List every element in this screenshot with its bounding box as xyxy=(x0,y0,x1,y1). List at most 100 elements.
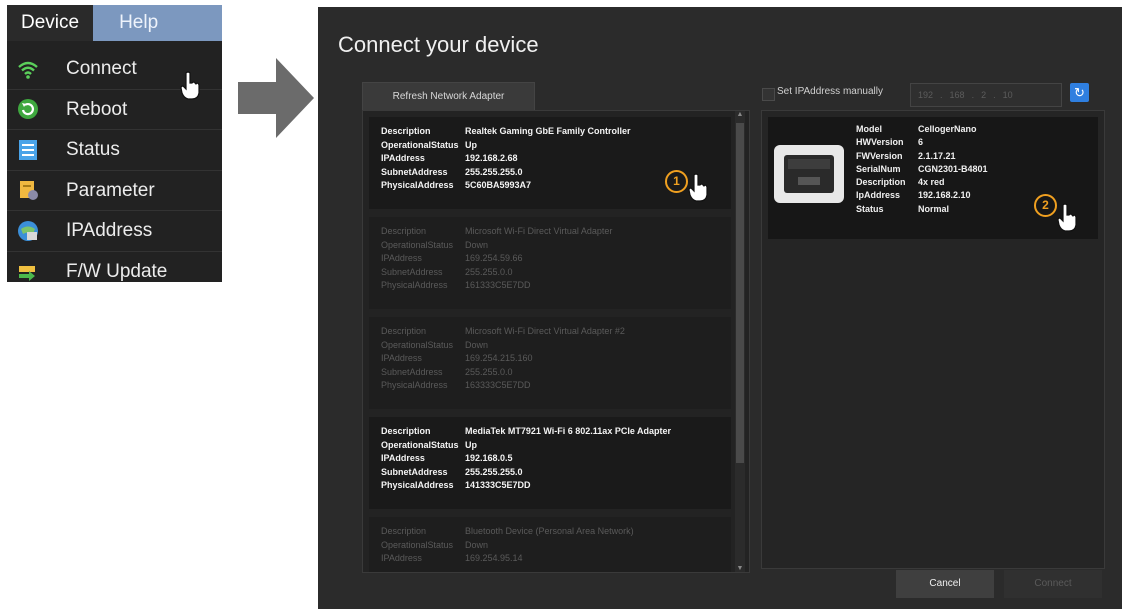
adapter-field-value: Microsoft Wi-Fi Direct Virtual Adapter xyxy=(465,226,613,236)
hand-cursor-icon xyxy=(179,71,201,101)
step-marker-2: 2 xyxy=(1034,194,1057,217)
menu-tab-device[interactable]: Device xyxy=(7,5,94,41)
adapter-field-key: OperationalStatus xyxy=(381,339,454,350)
adapter-field-key: SubnetAddress xyxy=(381,466,448,477)
device-field-value: 6 xyxy=(918,137,924,148)
adapter-field-key: Description xyxy=(381,126,431,136)
adapter-field-key: OperationalStatus xyxy=(381,239,454,250)
menu-bar: Device Help xyxy=(7,5,222,41)
connect-button[interactable]: Connect xyxy=(1004,570,1102,598)
adapter-field-key: OperationalStatus xyxy=(381,139,459,150)
ip-segment[interactable]: 192 xyxy=(911,90,940,100)
adapter-field-key: PhysicalAddress xyxy=(381,380,448,390)
adapter-field-row: OperationalStatus Down xyxy=(369,539,731,553)
device-list[interactable]: Model CellogerNano HWVersion 6 FWVersion 2.1.… xyxy=(761,110,1105,569)
adapter-field-key: Description xyxy=(381,326,427,336)
adapter-field-key: Description xyxy=(381,526,427,536)
adapter-field-value: 169.254.95.14 xyxy=(465,553,523,563)
adapter-field-key: OperationalStatus xyxy=(381,539,454,550)
scroll-down-icon[interactable]: ▼ xyxy=(735,565,745,572)
scroll-up-icon[interactable]: ▲ xyxy=(735,111,745,118)
adapter-field-key: PhysicalAddress xyxy=(381,180,454,190)
adapter-card[interactable]: Description Realtek Gaming GbE Family Con… xyxy=(369,117,731,209)
ip-segment[interactable]: 10 xyxy=(996,90,1020,100)
cancel-button[interactable]: Cancel xyxy=(896,570,994,598)
menu-item-fw-update[interactable]: F/W Update xyxy=(7,252,222,283)
adapter-field-value: Down xyxy=(465,539,489,550)
menu-item-label: IPAddress xyxy=(66,220,153,242)
adapter-field-key: Description xyxy=(381,426,431,436)
menu-item-label: Status xyxy=(66,139,120,161)
adapter-field-key: IPAddress xyxy=(381,153,425,163)
adapter-field-row: SubnetAddress 255.255.255.0 xyxy=(369,466,731,480)
reload-icon[interactable]: ↻ xyxy=(1070,83,1089,102)
parameter-icon xyxy=(17,179,39,201)
device-field-key: SerialNum xyxy=(856,163,901,174)
adapter-field-row: Description Realtek Gaming GbE Family Con… xyxy=(369,125,731,139)
device-field-value: 192.168.2.10 xyxy=(918,190,971,201)
adapter-field-row: Description MediaTek MT7921 Wi-Fi 6 802.1… xyxy=(369,425,731,439)
adapter-field-value: 255.255.255.0 xyxy=(465,466,523,477)
adapter-list-scrollbar[interactable]: ▲ ▼ xyxy=(735,111,745,572)
adapter-field-value: 192.168.2.68 xyxy=(465,153,518,163)
reboot-icon xyxy=(17,98,39,120)
menu-tab-help[interactable]: Help xyxy=(93,5,222,41)
hand-cursor-icon xyxy=(1056,203,1078,233)
refresh-network-adapter-button[interactable]: Refresh Network Adapter xyxy=(362,82,535,112)
adapter-field-key: SubnetAddress xyxy=(381,366,443,377)
manual-ip-label: Set IPAddress manually xyxy=(777,86,883,97)
adapter-field-value: Down xyxy=(465,339,489,350)
adapter-list[interactable]: Description Realtek Gaming GbE Family Con… xyxy=(362,110,750,573)
device-field-key: HWVersion xyxy=(856,137,904,148)
adapter-field-row: PhysicalAddress 141333C5E7DD xyxy=(369,479,731,493)
adapter-field-row: OperationalStatus Up xyxy=(369,139,731,153)
adapter-card[interactable]: Description Microsoft Wi-Fi Direct Virtua… xyxy=(369,217,731,309)
device-card[interactable]: Model CellogerNano HWVersion 6 FWVersion 2.1.… xyxy=(768,117,1098,239)
device-info: Model CellogerNano HWVersion 6 FWVersion 2.1.… xyxy=(856,123,988,216)
adapter-field-value: 141333C5E7DD xyxy=(465,480,531,490)
device-field-value: 4x red xyxy=(918,177,945,188)
adapter-field-value: 163333C5E7DD xyxy=(465,380,531,390)
adapter-field-value: 255.255.0.0 xyxy=(465,266,513,277)
connect-dialog: Connect your device Refresh Network Adap… xyxy=(318,7,1122,609)
adapter-field-value: 169.254.59.66 xyxy=(465,253,523,263)
adapter-card[interactable]: Description Bluetooth Device (Personal Ar… xyxy=(369,517,731,572)
device-field-row: IpAddress 192.168.2.10 xyxy=(856,189,988,202)
adapter-field-row: PhysicalAddress 163333C5E7DD xyxy=(369,379,731,393)
adapter-card[interactable]: Description MediaTek MT7921 Wi-Fi 6 802.1… xyxy=(369,417,731,509)
adapter-field-row: OperationalStatus Down xyxy=(369,339,731,353)
ip-address-input[interactable]: 192 . 168 . 2 . 10 xyxy=(910,83,1062,107)
device-field-key: Model xyxy=(856,124,882,134)
adapter-field-value: 255.255.0.0 xyxy=(465,366,513,377)
adapter-field-key: PhysicalAddress xyxy=(381,280,448,290)
menu-item-label: Connect xyxy=(66,58,137,80)
adapter-field-key: SubnetAddress xyxy=(381,266,443,277)
device-field-value: 2.1.17.21 xyxy=(918,150,956,161)
device-field-value: CGN2301-B4801 xyxy=(918,163,988,174)
device-field-value: Normal xyxy=(918,203,950,214)
adapter-field-value: Up xyxy=(465,139,477,150)
adapter-field-value: Up xyxy=(465,439,477,450)
device-field-value: CellogerNano xyxy=(918,124,977,134)
adapter-field-value: Bluetooth Device (Personal Area Network) xyxy=(465,526,634,536)
adapter-field-row: Description Bluetooth Device (Personal Ar… xyxy=(369,525,731,539)
device-field-key: IpAddress xyxy=(856,190,901,201)
menu-item-ipaddress[interactable]: IPAddress xyxy=(7,211,222,252)
adapter-field-value: 169.254.215.160 xyxy=(465,353,533,363)
adapter-field-value: MediaTek MT7921 Wi-Fi 6 802.11ax PCIe Ad… xyxy=(465,426,672,436)
manual-ip-checkbox[interactable] xyxy=(762,88,775,101)
scrollbar-thumb[interactable] xyxy=(736,123,744,463)
menu-item-status[interactable]: Status xyxy=(7,130,222,171)
ip-segment[interactable]: 168 xyxy=(943,90,972,100)
ip-segment[interactable]: 2 xyxy=(974,90,993,100)
adapter-field-key: SubnetAddress xyxy=(381,166,448,177)
dialog-title: Connect your device xyxy=(338,32,539,57)
adapter-field-row: OperationalStatus Down xyxy=(369,239,731,253)
adapter-field-value: 192.168.0.5 xyxy=(465,453,513,463)
adapter-card[interactable]: Description Microsoft Wi-Fi Direct Virtua… xyxy=(369,317,731,409)
firmware-update-icon xyxy=(17,260,39,282)
menu-item-label: F/W Update xyxy=(66,260,168,282)
menu-item-parameter[interactable]: Parameter xyxy=(7,171,222,211)
adapter-field-value: 161333C5E7DD xyxy=(465,280,531,290)
adapter-field-row: IPAddress 192.168.0.5 xyxy=(369,452,731,466)
